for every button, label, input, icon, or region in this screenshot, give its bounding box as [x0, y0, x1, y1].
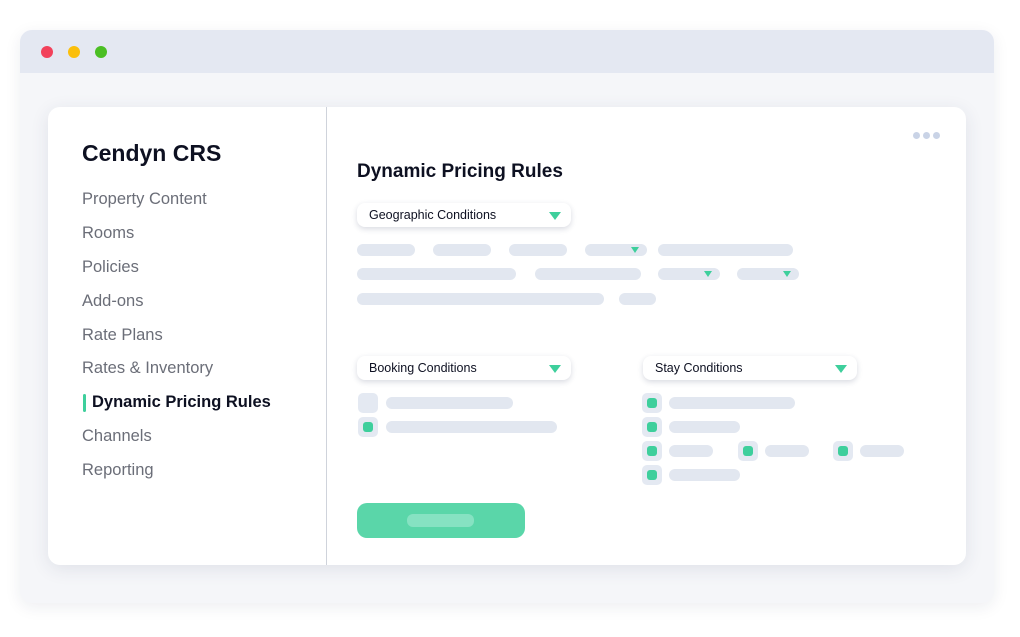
app-card: Cendyn CRS Property Content Rooms Polici… — [48, 107, 966, 565]
more-horizontal-icon[interactable] — [913, 132, 940, 139]
maximize-window-icon[interactable] — [95, 46, 107, 58]
caret-down-icon — [549, 365, 561, 373]
stay-conditions-label: Stay Conditions — [655, 361, 743, 375]
more-dot — [923, 132, 930, 139]
minimize-window-icon[interactable] — [68, 46, 80, 58]
more-dot — [913, 132, 920, 139]
close-window-icon[interactable] — [41, 46, 53, 58]
checkbox-checked[interactable] — [358, 417, 378, 437]
booking-conditions-dropdown[interactable]: Booking Conditions — [357, 356, 571, 380]
placeholder-field[interactable] — [619, 293, 656, 305]
more-dot — [933, 132, 940, 139]
placeholder-label — [669, 421, 740, 433]
placeholder-label — [386, 397, 513, 409]
placeholder-field[interactable] — [658, 244, 793, 256]
geographic-conditions-label: Geographic Conditions — [369, 208, 497, 222]
checkbox-checked[interactable] — [642, 465, 662, 485]
sidebar-item-channels[interactable]: Channels — [82, 420, 271, 454]
brand-title: Cendyn CRS — [82, 140, 222, 166]
sidebar-item-add-ons[interactable]: Add-ons — [82, 284, 271, 318]
placeholder-label — [386, 421, 557, 433]
placeholder-field[interactable] — [357, 244, 415, 256]
checkbox-checked[interactable] — [642, 441, 662, 461]
placeholder-field[interactable] — [509, 244, 567, 256]
caret-down-icon — [549, 212, 561, 220]
placeholder-select[interactable] — [658, 268, 720, 280]
checkbox-checked[interactable] — [738, 441, 758, 461]
submit-button[interactable] — [357, 503, 525, 538]
window-titlebar — [20, 30, 994, 73]
main-panel: Dynamic Pricing Rules Geographic Conditi… — [328, 107, 966, 565]
booking-conditions-label: Booking Conditions — [369, 361, 477, 375]
sidebar-nav: Property Content Rooms Policies Add-ons … — [82, 183, 271, 487]
placeholder-label — [669, 445, 713, 457]
placeholder-select[interactable] — [737, 268, 799, 280]
placeholder-label — [765, 445, 809, 457]
sidebar-item-rates-inventory[interactable]: Rates & Inventory — [82, 352, 271, 386]
sidebar-item-rooms[interactable]: Rooms — [82, 217, 271, 251]
placeholder-field[interactable] — [535, 268, 641, 280]
placeholder-field[interactable] — [433, 244, 491, 256]
browser-window: Cendyn CRS Property Content Rooms Polici… — [20, 30, 994, 603]
placeholder-field[interactable] — [357, 268, 516, 280]
checkbox-checked[interactable] — [833, 441, 853, 461]
sidebar-item-reporting[interactable]: Reporting — [82, 453, 271, 487]
sidebar-item-policies[interactable]: Policies — [82, 251, 271, 285]
caret-down-icon — [835, 365, 847, 373]
submit-button-label-placeholder — [407, 514, 474, 527]
caret-down-icon — [704, 271, 712, 277]
sidebar: Cendyn CRS Property Content Rooms Polici… — [48, 107, 327, 565]
geographic-conditions-dropdown[interactable]: Geographic Conditions — [357, 203, 571, 227]
placeholder-field[interactable] — [357, 293, 604, 305]
placeholder-label — [860, 445, 904, 457]
sidebar-item-property-content[interactable]: Property Content — [82, 183, 271, 217]
caret-down-icon — [783, 271, 791, 277]
checkbox-checked[interactable] — [642, 393, 662, 413]
placeholder-label — [669, 469, 740, 481]
checkbox-checked[interactable] — [642, 417, 662, 437]
sidebar-item-rate-plans[interactable]: Rate Plans — [82, 318, 271, 352]
checkbox[interactable] — [358, 393, 378, 413]
placeholder-label — [669, 397, 795, 409]
sidebar-item-dynamic-pricing-rules[interactable]: Dynamic Pricing Rules — [82, 386, 271, 420]
placeholder-select[interactable] — [585, 244, 647, 256]
stay-conditions-dropdown[interactable]: Stay Conditions — [643, 356, 857, 380]
page-title: Dynamic Pricing Rules — [357, 161, 563, 182]
caret-down-icon — [631, 247, 639, 253]
